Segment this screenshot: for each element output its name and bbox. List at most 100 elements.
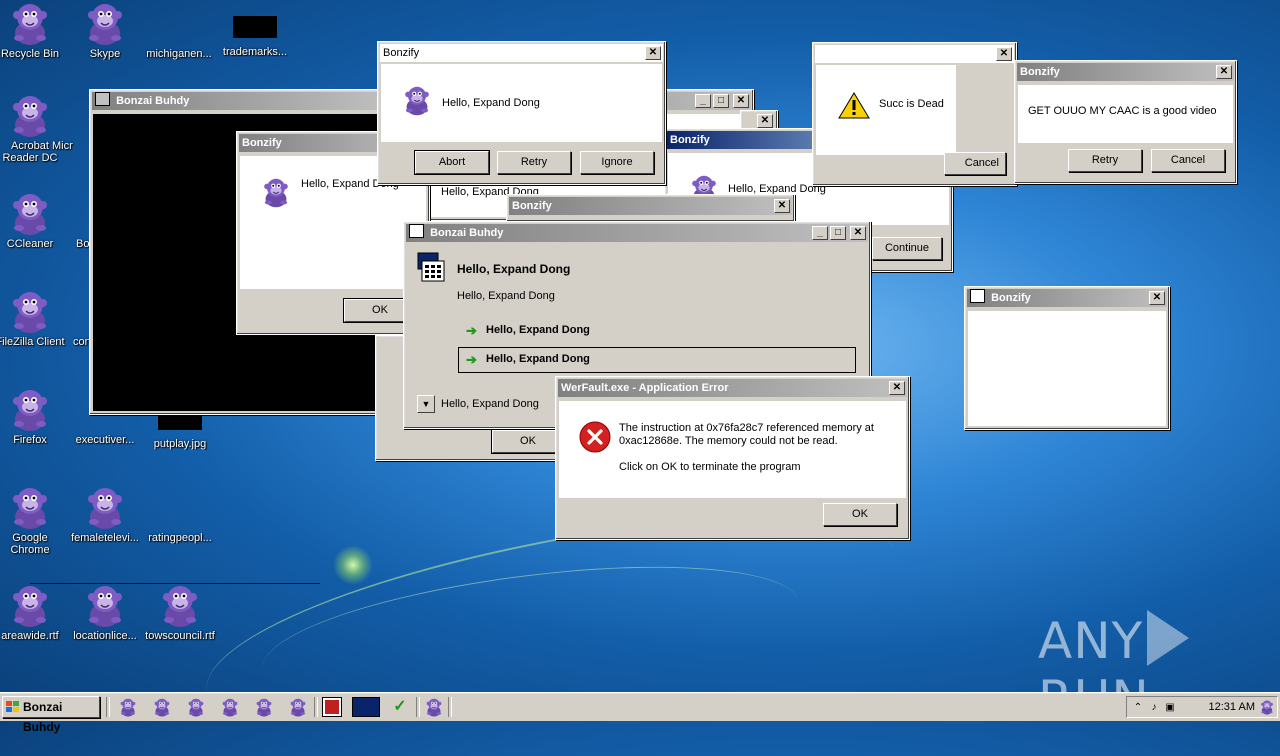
bonzi-icon [7,386,53,432]
retry-button[interactable]: Retry [1068,149,1142,172]
retry-button[interactable]: Retry [497,151,571,174]
window-body [968,311,1166,426]
desktop-icon-filezilla[interactable]: FileZilla Client [0,288,70,348]
quicklaunch-bonzi-icon[interactable] [220,697,240,717]
desktop-icon-label: Chrome [10,544,50,556]
close-button[interactable]: ✕ [774,199,790,213]
bonzify-abort-window[interactable]: Bonzify ✕ Hello, Expand Dong Abort Retry… [377,41,666,185]
blank-file-icon [156,0,202,46]
window-title: Bonzify [512,200,552,212]
ignore-button[interactable]: Ignore [580,151,654,174]
cancel-button[interactable]: Cancel [1151,149,1225,172]
dialog-subtext: Hello, Expand Dong [457,290,555,302]
desktop-icon-locationlice[interactable]: locationlice... [65,582,145,642]
close-button[interactable]: ✕ [645,46,661,60]
succ-dead-window[interactable]: ✕ Succ is Dead Cancel [812,42,1017,186]
ok-button[interactable]: OK [823,503,897,526]
command-link-2[interactable]: ➔ Hello, Expand Dong [458,347,856,373]
desktop-icon-trademarks[interactable]: trademarks... [215,0,295,58]
quicklaunch-bonzi-icon[interactable] [186,697,206,717]
message-text: GET OUUO MY CAAC is a good video [1028,105,1217,117]
maximize-button[interactable]: □ [830,226,846,240]
window-title: Bonzify [991,292,1031,304]
title-bar[interactable]: Bonzify ✕ [509,197,792,215]
bonzi-icon [82,582,128,628]
close-button[interactable]: ✕ [757,114,773,128]
title-bar[interactable]: Bonzify ✕ [1017,63,1234,81]
window-title: Bonzai Buhdy [116,95,190,107]
desktop-icon-label: trademarks... [222,46,288,58]
quicklaunch-check-icon[interactable]: ✓ [390,697,410,717]
desktop-icon-towscouncil[interactable]: towscouncil.rtf [140,582,220,642]
tray-expand-icon[interactable]: ⌃ [1131,701,1145,715]
desktop-icon-femaletelevi[interactable]: femaletelevi... [65,484,145,544]
title-bar[interactable]: Bonzai Buhdy _ □ ✕ [406,224,868,242]
close-button[interactable]: ✕ [1216,65,1232,79]
message-text: Succ is Dead [879,98,944,110]
minimize-button[interactable]: _ [812,226,828,240]
quicklaunch-bonzi-icon[interactable] [424,697,444,717]
app-icon [409,224,424,238]
desktop-icon-label: executiver... [75,434,135,446]
desktop-icon-michiganen[interactable]: michiganen... [139,0,219,60]
window-title: WerFault.exe - Application Error [561,382,729,394]
quicklaunch-bonzi-icon[interactable] [254,697,274,717]
network-icon[interactable]: ▣ [1163,701,1177,715]
start-label: Bonzai Buhdy [23,700,63,734]
speaker-icon[interactable]: ♪ [1147,701,1161,715]
ok-button[interactable]: OK [491,429,565,454]
bonzify-caac-window[interactable]: Bonzify ✕ GET OUUO MY CAAC is a good vid… [1014,60,1237,184]
bonzify-blank-window[interactable]: Bonzify ✕ [964,286,1170,430]
abort-button[interactable]: Abort [414,150,490,175]
close-button[interactable]: ✕ [996,47,1012,61]
title-bar[interactable]: WerFault.exe - Application Error ✕ [558,379,907,397]
command-link-label: Hello, Expand Dong [486,324,590,336]
quicklaunch-bonzi-icon[interactable] [118,697,138,717]
close-button[interactable]: ✕ [733,94,749,108]
close-button[interactable]: ✕ [850,226,866,240]
desktop-icon-firefox[interactable]: Firefox [0,386,70,446]
clock[interactable]: 12:31 AM [1209,697,1255,717]
bonzi-icon [7,582,53,628]
title-bar[interactable]: ✕ [815,45,1014,63]
start-button[interactable]: Bonzai Buhdy [2,696,100,734]
cancel-button[interactable]: Cancel [944,152,1006,175]
title-bar[interactable]: Bonzai Buhdy [92,92,388,110]
bonzi-icon [7,0,53,46]
bonzi-icon [260,176,292,208]
taskbar-separator [416,697,420,717]
bonzify-strip-window[interactable]: Bonzify ✕ [506,194,795,222]
close-button[interactable]: ✕ [889,381,905,395]
desktop-icon-areawide[interactable]: areawide.rtf [0,582,70,642]
system-tray: ⌃ ♪ ▣ 12:31 AM [1126,696,1278,718]
blank-icon [52,92,92,138]
command-link-1[interactable]: ➔ Hello, Expand Dong [458,318,856,342]
expand-details-button[interactable]: ▼ [417,395,435,413]
quicklaunch-bonzi-icon[interactable] [288,697,308,717]
quicklaunch-bonzi-icon[interactable] [152,697,172,717]
desktop-icon-chrome[interactable]: Google Chrome [0,484,70,556]
black-file-icon [233,16,277,38]
window-title: Bonzify [1020,66,1060,78]
desktop-icon-ratingpeopl[interactable]: ratingpeopl... [140,484,220,544]
continue-button[interactable]: Continue [872,237,942,260]
title-bar[interactable]: Bonzify ✕ [380,44,663,62]
desktop-icon-label: Micr [52,140,73,152]
taskbar: Bonzai Buhdy ✓ ⌃ ♪ ▣ 12:31 AM [0,692,1280,734]
window-body: The instruction at 0x76fa28c7 referenced… [559,401,906,498]
title-bar[interactable]: Bonzify ✕ [967,289,1167,307]
desktop-icon-label: locationlice... [73,630,137,642]
quicklaunch-document-icon[interactable] [322,697,342,717]
desktop-icon-skype[interactable]: Skype [65,0,145,60]
desktop-icon-label: Reader DC [2,152,58,164]
werfault-error-window[interactable]: WerFault.exe - Application Error ✕ The i… [555,376,910,540]
desktop-icon-ccleaner[interactable]: CCleaner [0,190,70,250]
window-body: GET OUUO MY CAAC is a good video [1018,85,1233,143]
maximize-button[interactable]: □ [713,94,729,108]
quicklaunch-screen-icon[interactable] [352,697,380,717]
close-button[interactable]: ✕ [1149,291,1165,305]
desktop-icon-recycle-bin[interactable]: Recycle Bin [0,0,70,60]
bonzi-tray-icon[interactable] [1259,699,1275,715]
desktop-icon-micr[interactable]: Micr [52,92,92,152]
minimize-button[interactable]: _ [695,94,711,108]
